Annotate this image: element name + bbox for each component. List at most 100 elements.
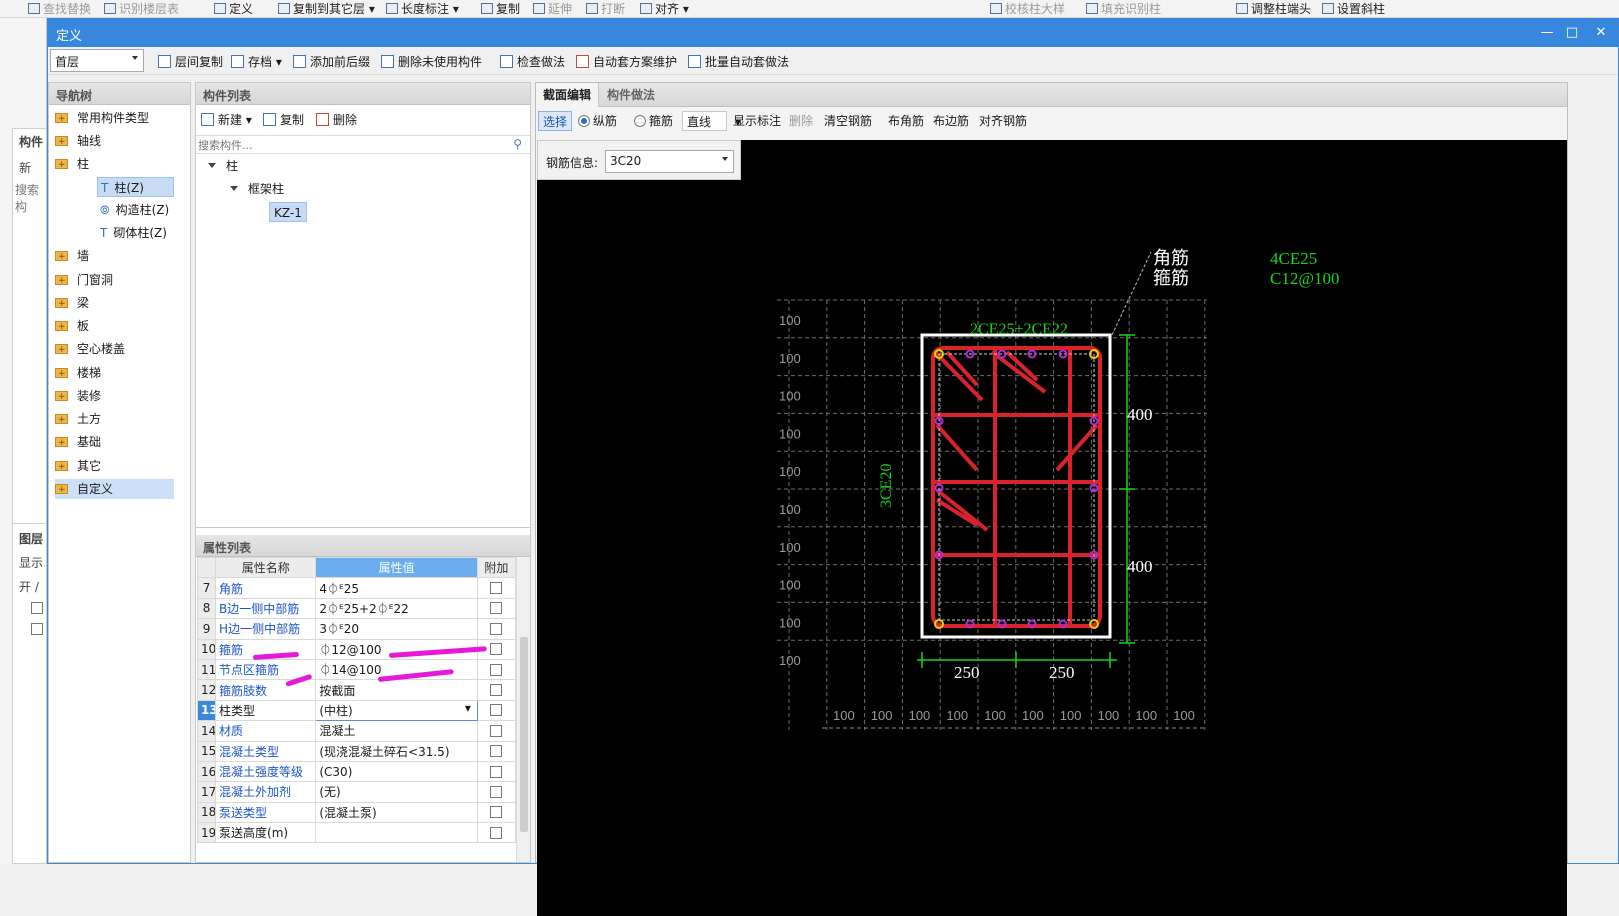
set-slanted-column-button[interactable]: 设置斜柱	[1322, 1, 1385, 17]
extra-cell[interactable]	[476, 577, 517, 599]
comp-tree-frame-column[interactable]: 框架柱	[230, 179, 284, 199]
identify-floor-table-button[interactable]: 识别楼层表	[104, 1, 179, 17]
property-value[interactable]: 4⏀ᴱ25	[315, 577, 478, 599]
property-row[interactable]: 15 混凝土类型 (现浇混凝土碎石<31.5)	[196, 740, 517, 762]
property-value[interactable]: (中柱) ▾	[315, 699, 478, 722]
longitudinal-bar-radio[interactable]: 纵筋	[578, 111, 617, 131]
extra-cell[interactable]	[476, 679, 517, 701]
property-value[interactable]: 按截面	[315, 679, 478, 701]
property-value[interactable]: (无)	[315, 781, 478, 803]
edge-bar-button[interactable]: 布边筋	[933, 111, 969, 131]
tab-component-method[interactable]: 构件做法	[600, 83, 662, 107]
copy-to-other-floor-button[interactable]: 复制到其它层 ▾	[278, 1, 375, 17]
nav-subitem-column-z[interactable]: T 柱(Z)	[97, 177, 174, 197]
floor-select[interactable]: 首层	[50, 49, 144, 72]
nav-item-common[interactable]: 常用构件类型	[55, 108, 149, 129]
extra-cell[interactable]	[476, 822, 517, 844]
show-annotation-button[interactable]: 显示标注	[733, 111, 781, 131]
nav-item-column[interactable]: 柱	[55, 154, 89, 175]
nav-item-other[interactable]: 其它	[55, 456, 101, 477]
clear-rebar-button[interactable]: 清空钢筋	[824, 111, 872, 131]
extra-cell[interactable]	[476, 618, 517, 640]
batch-auto-method-button[interactable]: 批量自动套做法	[688, 53, 789, 71]
property-row[interactable]: 9 H边一侧中部筋 3⏀ᴱ20	[196, 618, 517, 640]
extra-checkbox[interactable]	[490, 643, 503, 656]
nav-item-custom[interactable]: 自定义	[55, 479, 174, 500]
nav-item-foundation[interactable]: 基础	[55, 432, 101, 453]
property-value[interactable]: (混凝土泵)	[315, 801, 478, 824]
minimize-button[interactable]: —	[1536, 23, 1558, 43]
check-column-detail-button[interactable]: 校核柱大样	[990, 1, 1065, 17]
scrollbar-thumb[interactable]	[520, 637, 528, 832]
property-value[interactable]	[315, 822, 478, 844]
extra-checkbox[interactable]	[490, 704, 503, 717]
properties-scrollbar[interactable]	[516, 557, 530, 862]
nav-item-beam[interactable]: 梁	[55, 293, 89, 314]
extra-cell[interactable]	[476, 720, 517, 742]
extra-cell[interactable]	[476, 760, 517, 783]
property-row[interactable]: 7 角筋 4⏀ᴱ25	[196, 577, 517, 599]
bg-checkbox[interactable]	[31, 623, 43, 635]
extra-checkbox[interactable]	[490, 724, 503, 737]
section-drawing[interactable]: 100 100 100 100 100 100 100 100 100 100 100 100 100 1…	[537, 140, 1567, 916]
comp-tree-column[interactable]: 柱	[208, 156, 238, 176]
property-row[interactable]: 17 混凝土外加剂 (无)	[196, 781, 517, 803]
extra-cell[interactable]	[476, 699, 517, 722]
corner-bar-button[interactable]: 布角筋	[888, 111, 924, 131]
nav-subitem-constructional-column[interactable]: ⦾ 构造柱(Z)	[97, 200, 169, 220]
comp-tree-kz1[interactable]: KZ-1	[269, 202, 307, 222]
new-component-button[interactable]: 新建 ▾	[201, 111, 252, 129]
property-row[interactable]: 12 箍筋肢数 按截面	[196, 679, 517, 701]
property-value[interactable]: 3⏀ᴱ20	[315, 618, 478, 640]
extra-cell[interactable]	[476, 597, 517, 620]
property-value[interactable]: (C30)	[315, 760, 478, 783]
drawing-canvas[interactable]: 100 100 100 100 100 100 100 100 100 100 100 100 100 1…	[537, 140, 1567, 916]
extra-checkbox[interactable]	[490, 745, 503, 758]
extra-checkbox[interactable]	[490, 602, 503, 615]
property-value[interactable]: (现浇混凝土碎石<31.5)	[315, 740, 478, 762]
nav-item-axis[interactable]: 轴线	[55, 131, 101, 152]
extra-checkbox[interactable]	[490, 826, 503, 839]
extra-cell[interactable]	[476, 781, 517, 803]
property-row[interactable]: 11 节点区箍筋 ⏀14@100	[196, 658, 517, 681]
extend-button[interactable]: 延伸	[533, 1, 572, 17]
nav-item-decoration[interactable]: 装修	[55, 386, 101, 407]
delete-rebar-button[interactable]: 删除	[789, 111, 813, 131]
extra-checkbox[interactable]	[490, 663, 503, 676]
nav-item-stairs[interactable]: 楼梯	[55, 363, 101, 384]
length-dimension-button[interactable]: 长度标注 ▾	[386, 1, 459, 17]
extra-cell[interactable]	[476, 658, 517, 681]
nav-item-door-window[interactable]: 门窗洞	[55, 270, 113, 291]
tab-section-edit[interactable]: 截面编辑	[536, 83, 600, 107]
property-value[interactable]: 2⏀ᴱ25+2⏀ᴱ22	[315, 597, 478, 620]
property-row[interactable]: 13柱类型(中柱) ▾	[196, 699, 517, 722]
bg-checkbox[interactable]	[31, 602, 43, 614]
nav-item-earthwork[interactable]: 土方	[55, 409, 101, 430]
nav-item-hollow-floor[interactable]: 空心楼盖	[55, 339, 125, 360]
auto-scheme-button[interactable]: 自动套方案维护	[576, 53, 677, 71]
extra-checkbox[interactable]	[490, 582, 503, 595]
property-row[interactable]: 16 混凝土强度等级 (C30)	[196, 760, 517, 783]
property-value[interactable]: 混凝土	[315, 720, 478, 742]
property-row[interactable]: 8 B边一侧中部筋 2⏀ᴱ25+2⏀ᴱ22	[196, 597, 517, 620]
select-tool-button[interactable]: 选择	[538, 111, 573, 131]
floor-copy-button[interactable]: 层间复制	[158, 53, 223, 71]
extra-checkbox[interactable]	[490, 684, 503, 697]
nav-item-wall[interactable]: 墙	[55, 246, 89, 267]
nav-subitem-masonry-column[interactable]: T 砌体柱(Z)	[97, 223, 167, 243]
align-rebar-button[interactable]: 对齐钢筋	[979, 111, 1027, 131]
property-row[interactable]: 19 泵送高度(m)	[196, 822, 517, 844]
check-method-button[interactable]: 检查做法	[500, 53, 565, 71]
define-button[interactable]: 定义	[214, 1, 253, 17]
nav-item-slab[interactable]: 板	[55, 316, 89, 337]
line-type-select[interactable]: 直线 ▾	[682, 111, 741, 131]
component-search-box[interactable]: ⚲	[196, 135, 530, 154]
delete-component-button[interactable]: 删除	[316, 111, 357, 129]
copy-component-button[interactable]: 复制	[263, 111, 304, 129]
rebar-info-select[interactable]: 3C20	[605, 150, 734, 173]
copy-button[interactable]: 复制	[481, 1, 520, 17]
extra-checkbox[interactable]	[490, 622, 503, 635]
delete-unused-button[interactable]: 删除未使用构件	[381, 53, 482, 71]
extra-cell[interactable]	[476, 801, 517, 824]
property-row[interactable]: 14 材质 混凝土	[196, 720, 517, 742]
